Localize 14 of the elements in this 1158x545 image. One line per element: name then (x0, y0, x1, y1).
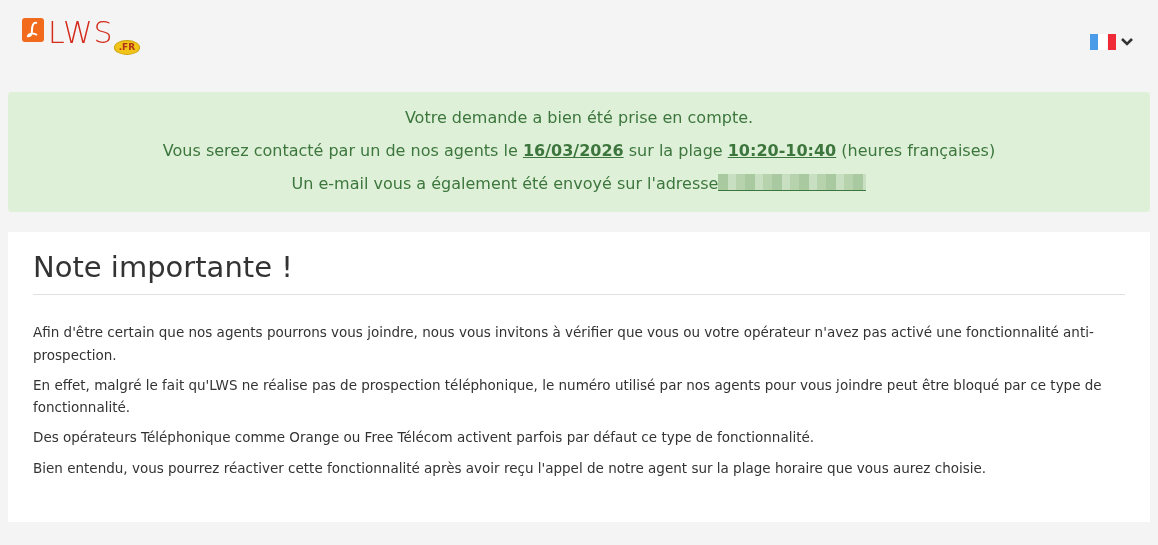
note-paragraph: Des opérateurs Téléphonique comme Orange ou Free Télécom activent parfois par défaut ce type de fonctionnalité. (33, 428, 816, 448)
note-title: Note importante ! (33, 249, 294, 285)
note-paragraph: Afin d'être certain que nos agents pourrons vous joindre, nous vous invitons à vérifier que vous ou votre opérateur n'avez pas activé une fonctionnalité anti-prospection. (33, 323, 1095, 365)
confirmation-text: Vous serez contacté par un de nos agents le 16/03/2026 sur la plage 10:20-10:40 (heures françaises) (161, 140, 997, 163)
confirmation-text: Un e-mail vous a également été envoyé sur l'adresse (291, 174, 719, 194)
logo-icon (22, 18, 44, 42)
logo-badge: .FR (113, 40, 141, 55)
note-paragraph: Bien entendu, vous pourrez réactiver cette fonctionnalité après avoir reçu l'appel de notre agent sur la plage horaire que vous aurez choisie. (33, 458, 988, 478)
flag-icon (1090, 34, 1116, 50)
note-paragraph: En effet, malgré le fait qu'LWS ne réalise pas de prospection téléphonique, le numéro utilisé par nos agents pour vous joindre peut être bloqué par ce type de fonctionnalité. (33, 375, 1103, 418)
language-menu[interactable] (1090, 34, 1134, 50)
confirmation-text: Votre demande a bien été prise en compte. (403, 107, 755, 129)
caret-icon (1120, 37, 1134, 47)
logo-text: LWS (48, 18, 114, 48)
